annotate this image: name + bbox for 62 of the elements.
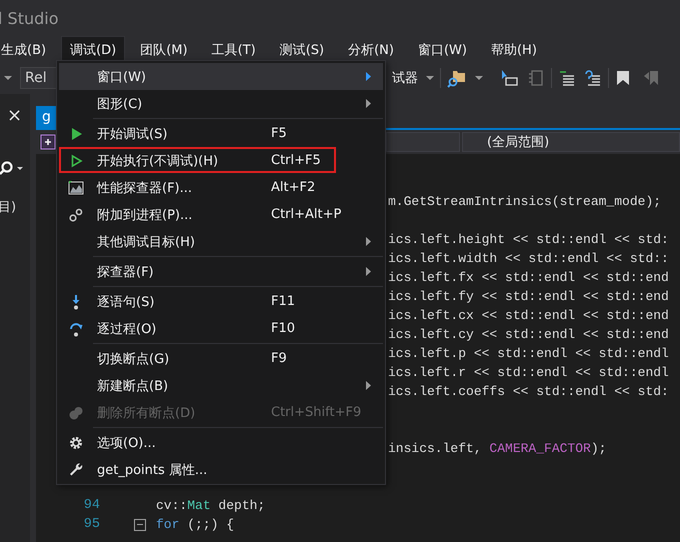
code-line: m.GetStreamIntrinsics(stream_mode); (388, 194, 662, 209)
menu-item[interactable]: 其他调试目标(H) (59, 228, 383, 255)
menu-item[interactable]: 切换断点(G) F9 (59, 345, 383, 372)
cursor-box-icon (499, 68, 519, 88)
breakpoints-icon (68, 404, 84, 420)
lines-icon (558, 69, 576, 87)
submenu-arrow-icon (366, 267, 371, 276)
panel-icon (527, 68, 545, 88)
collapse-icon[interactable] (134, 518, 146, 530)
menu-item[interactable]: get_points 属性... (59, 456, 383, 483)
debugger-dropdown[interactable]: 试器 (392, 69, 418, 87)
caret-icon (426, 75, 434, 81)
menu-bar-item[interactable]: 窗口(W) (408, 36, 476, 62)
menu-item[interactable]: 开始执行(不调试)(H) Ctrl+F5 (59, 147, 383, 174)
menu-item[interactable]: 选项(O)... (59, 429, 383, 456)
code-line: ics.left.width << std::endl << std:: (388, 251, 669, 266)
code-line: ics.left.cy << std::endl << std::end (388, 327, 669, 342)
code-line: insics.left, CAMERA_FACTOR); (388, 441, 606, 456)
menu-bar-item[interactable]: 工具(T) (202, 36, 265, 62)
code-line: ics.left.p << std::endl << std::endl (388, 346, 669, 361)
menu-bar-item[interactable]: 帮助(H) (482, 36, 546, 62)
code-line: ics.left.coeffs << std::endl << std: (388, 384, 669, 399)
submenu-arrow-icon (366, 237, 371, 246)
settings-icon (68, 434, 84, 450)
scope-dropdown[interactable]: (全局范围) (462, 132, 680, 152)
gears-icon (68, 206, 84, 222)
bookmark-arrow-icon (643, 69, 661, 87)
line-number: 94 (82, 498, 100, 513)
menu-item[interactable]: 逐语句(S) F11 (59, 288, 383, 315)
menu-item[interactable]: 性能探查器(F)... Alt+F2 (59, 174, 383, 201)
chart-icon (68, 180, 84, 196)
indent-icon (584, 69, 602, 87)
solution-item-text: 目) (0, 199, 16, 216)
wrench-icon (68, 462, 84, 478)
class-icon (40, 134, 56, 150)
menu-bar-item[interactable]: 团队(M) (131, 36, 197, 62)
menu-bar-item[interactable]: 调试(D) (61, 36, 126, 62)
code-line: ics.left.fy << std::endl << std::end (388, 289, 669, 304)
code-line: ics.left.cx << std::endl << std::end (388, 308, 669, 323)
folder-search-icon (447, 68, 467, 88)
code-line: ics.left.height << std::endl << std: (388, 232, 669, 247)
menu-bar-item[interactable]: 测试(S) (270, 36, 334, 62)
code-line: cv::Mat depth; (156, 498, 266, 513)
submenu-arrow-icon (366, 72, 371, 81)
menu-item[interactable]: 窗口(W) (59, 63, 383, 90)
close-icon[interactable]: × (7, 106, 22, 126)
menu-item[interactable]: 逐过程(O) F10 (59, 315, 383, 342)
submenu-arrow-icon (366, 381, 371, 390)
caret-icon (475, 75, 483, 81)
dropdown-caret-icon (4, 75, 12, 81)
code-line: ics.left.r << std::endl << std::endl (388, 365, 669, 380)
menu-bar-item[interactable]: 生成(B) (0, 36, 56, 62)
code-line: ics.left.fx << std::endl << std::end (388, 270, 669, 285)
menu-bar-item[interactable]: 分析(N) (339, 36, 403, 62)
step-over-icon (68, 320, 84, 336)
submenu-arrow-icon (366, 99, 371, 108)
menu-item[interactable]: 探查器(F) (59, 258, 383, 285)
menu-item[interactable]: 新建断点(B) (59, 372, 383, 399)
bookmark-icon (615, 69, 631, 87)
code-line: for (;;) { (156, 517, 234, 532)
line-number: 95 (82, 517, 100, 532)
menu-item[interactable]: 附加到进程(P)... Ctrl+Alt+P (59, 201, 383, 228)
